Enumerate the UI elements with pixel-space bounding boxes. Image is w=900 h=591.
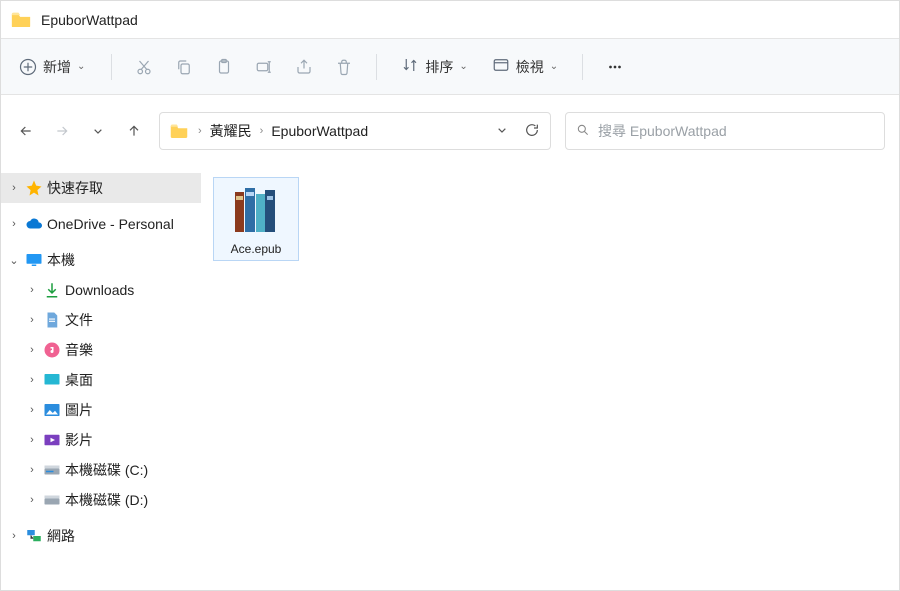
chevron-right-icon[interactable]: › bbox=[25, 494, 39, 506]
file-name: Ace.epub bbox=[231, 242, 282, 256]
chevron-right-icon[interactable]: › bbox=[7, 218, 21, 230]
paste-button[interactable] bbox=[210, 53, 238, 81]
chevron-down-icon[interactable] bbox=[494, 122, 510, 141]
tree-quick-access[interactable]: › 快速存取 bbox=[1, 173, 201, 203]
address-row: › 黃耀民 › EpuborWattpad bbox=[1, 95, 899, 167]
search-input[interactable] bbox=[598, 123, 874, 139]
tree-label: 本機磁碟 (D:) bbox=[65, 490, 148, 510]
refresh-button[interactable] bbox=[524, 122, 540, 141]
nav-tree: › 快速存取 › OneDrive - Personal ⌄ 本機 › bbox=[1, 167, 201, 590]
cut-button[interactable] bbox=[130, 53, 158, 81]
separator bbox=[111, 54, 112, 80]
chevron-down-icon: ⌄ bbox=[77, 61, 85, 72]
chevron-down-icon[interactable]: ⌄ bbox=[7, 254, 21, 267]
view-icon bbox=[492, 56, 510, 77]
tree-label: Downloads bbox=[65, 282, 134, 298]
view-label: 檢視 bbox=[516, 57, 544, 77]
titlebar: EpuborWattpad bbox=[1, 1, 899, 39]
new-label: 新增 bbox=[43, 57, 71, 77]
sort-button[interactable]: 排序 ⌄ bbox=[395, 52, 473, 81]
drive-icon bbox=[43, 491, 61, 509]
breadcrumb-item[interactable]: 黃耀民 bbox=[210, 121, 252, 141]
epub-icon bbox=[229, 184, 283, 238]
window-title: EpuborWattpad bbox=[41, 12, 138, 28]
file-item[interactable]: Ace.epub bbox=[213, 177, 299, 261]
breadcrumb-item[interactable]: EpuborWattpad bbox=[271, 123, 368, 139]
breadcrumb: › 黃耀民 › EpuborWattpad bbox=[198, 121, 368, 141]
tree-label: 快速存取 bbox=[47, 178, 103, 198]
tree-documents[interactable]: › 文件 bbox=[1, 305, 201, 335]
document-icon bbox=[43, 311, 61, 329]
main-area: › 快速存取 › OneDrive - Personal ⌄ 本機 › bbox=[1, 167, 899, 590]
tree-network[interactable]: › 網路 bbox=[1, 521, 201, 551]
file-pane[interactable]: Ace.epub bbox=[201, 167, 899, 590]
up-button[interactable] bbox=[123, 120, 145, 142]
nav-buttons bbox=[15, 120, 145, 142]
folder-icon bbox=[170, 123, 188, 139]
tree-videos[interactable]: › 影片 bbox=[1, 425, 201, 455]
chevron-down-icon: ⌄ bbox=[550, 61, 558, 72]
tree-label: 圖片 bbox=[65, 400, 93, 420]
tree-this-pc[interactable]: ⌄ 本機 bbox=[1, 245, 201, 275]
tree-label: OneDrive - Personal bbox=[47, 216, 174, 232]
sort-label: 排序 bbox=[425, 57, 453, 77]
video-icon bbox=[43, 431, 61, 449]
ribbon-toolbar: 新增 ⌄ 排序 ⌄ 檢視 ⌄ bbox=[1, 39, 899, 95]
recent-button[interactable] bbox=[87, 120, 109, 142]
separator bbox=[582, 54, 583, 80]
music-icon bbox=[43, 341, 61, 359]
tree-label: 本機磁碟 (C:) bbox=[65, 460, 148, 480]
desktop-icon bbox=[43, 371, 61, 389]
back-button[interactable] bbox=[15, 120, 37, 142]
download-icon bbox=[43, 281, 61, 299]
share-button[interactable] bbox=[290, 53, 318, 81]
address-bar[interactable]: › 黃耀民 › EpuborWattpad bbox=[159, 112, 551, 150]
chevron-right-icon[interactable]: › bbox=[260, 125, 264, 137]
tree-drive-d[interactable]: › 本機磁碟 (D:) bbox=[1, 485, 201, 515]
chevron-right-icon[interactable]: › bbox=[25, 314, 39, 326]
chevron-right-icon[interactable]: › bbox=[7, 530, 21, 542]
more-button[interactable] bbox=[601, 53, 629, 81]
copy-button[interactable] bbox=[170, 53, 198, 81]
delete-button[interactable] bbox=[330, 53, 358, 81]
network-icon bbox=[25, 527, 43, 545]
tree-downloads[interactable]: › Downloads bbox=[1, 275, 201, 305]
chevron-right-icon[interactable]: › bbox=[7, 182, 21, 194]
search-box[interactable] bbox=[565, 112, 885, 150]
chevron-right-icon[interactable]: › bbox=[25, 464, 39, 476]
chevron-right-icon[interactable]: › bbox=[25, 374, 39, 386]
plus-icon bbox=[19, 58, 37, 76]
chevron-right-icon[interactable]: › bbox=[25, 344, 39, 356]
tree-drive-c[interactable]: › 本機磁碟 (C:) bbox=[1, 455, 201, 485]
forward-button[interactable] bbox=[51, 120, 73, 142]
tree-label: 桌面 bbox=[65, 370, 93, 390]
tree-music[interactable]: › 音樂 bbox=[1, 335, 201, 365]
chevron-right-icon[interactable]: › bbox=[25, 284, 39, 296]
separator bbox=[376, 54, 377, 80]
picture-icon bbox=[43, 401, 61, 419]
folder-icon bbox=[11, 11, 31, 29]
drive-icon bbox=[43, 461, 61, 479]
tree-label: 文件 bbox=[65, 310, 93, 330]
tree-label: 網路 bbox=[47, 526, 75, 546]
chevron-right-icon[interactable]: › bbox=[25, 404, 39, 416]
chevron-right-icon[interactable]: › bbox=[25, 434, 39, 446]
sort-icon bbox=[401, 56, 419, 77]
rename-button[interactable] bbox=[250, 53, 278, 81]
monitor-icon bbox=[25, 251, 43, 269]
view-button[interactable]: 檢視 ⌄ bbox=[486, 52, 564, 81]
tree-desktop[interactable]: › 桌面 bbox=[1, 365, 201, 395]
tree-label: 影片 bbox=[65, 430, 93, 450]
chevron-down-icon: ⌄ bbox=[459, 61, 467, 72]
new-button[interactable]: 新增 ⌄ bbox=[11, 51, 93, 83]
cloud-icon bbox=[25, 215, 43, 233]
chevron-right-icon[interactable]: › bbox=[198, 125, 202, 137]
star-icon bbox=[25, 179, 43, 197]
search-icon bbox=[576, 123, 590, 140]
tree-label: 本機 bbox=[47, 250, 75, 270]
tree-label: 音樂 bbox=[65, 340, 93, 360]
tree-onedrive[interactable]: › OneDrive - Personal bbox=[1, 209, 201, 239]
tree-pictures[interactable]: › 圖片 bbox=[1, 395, 201, 425]
